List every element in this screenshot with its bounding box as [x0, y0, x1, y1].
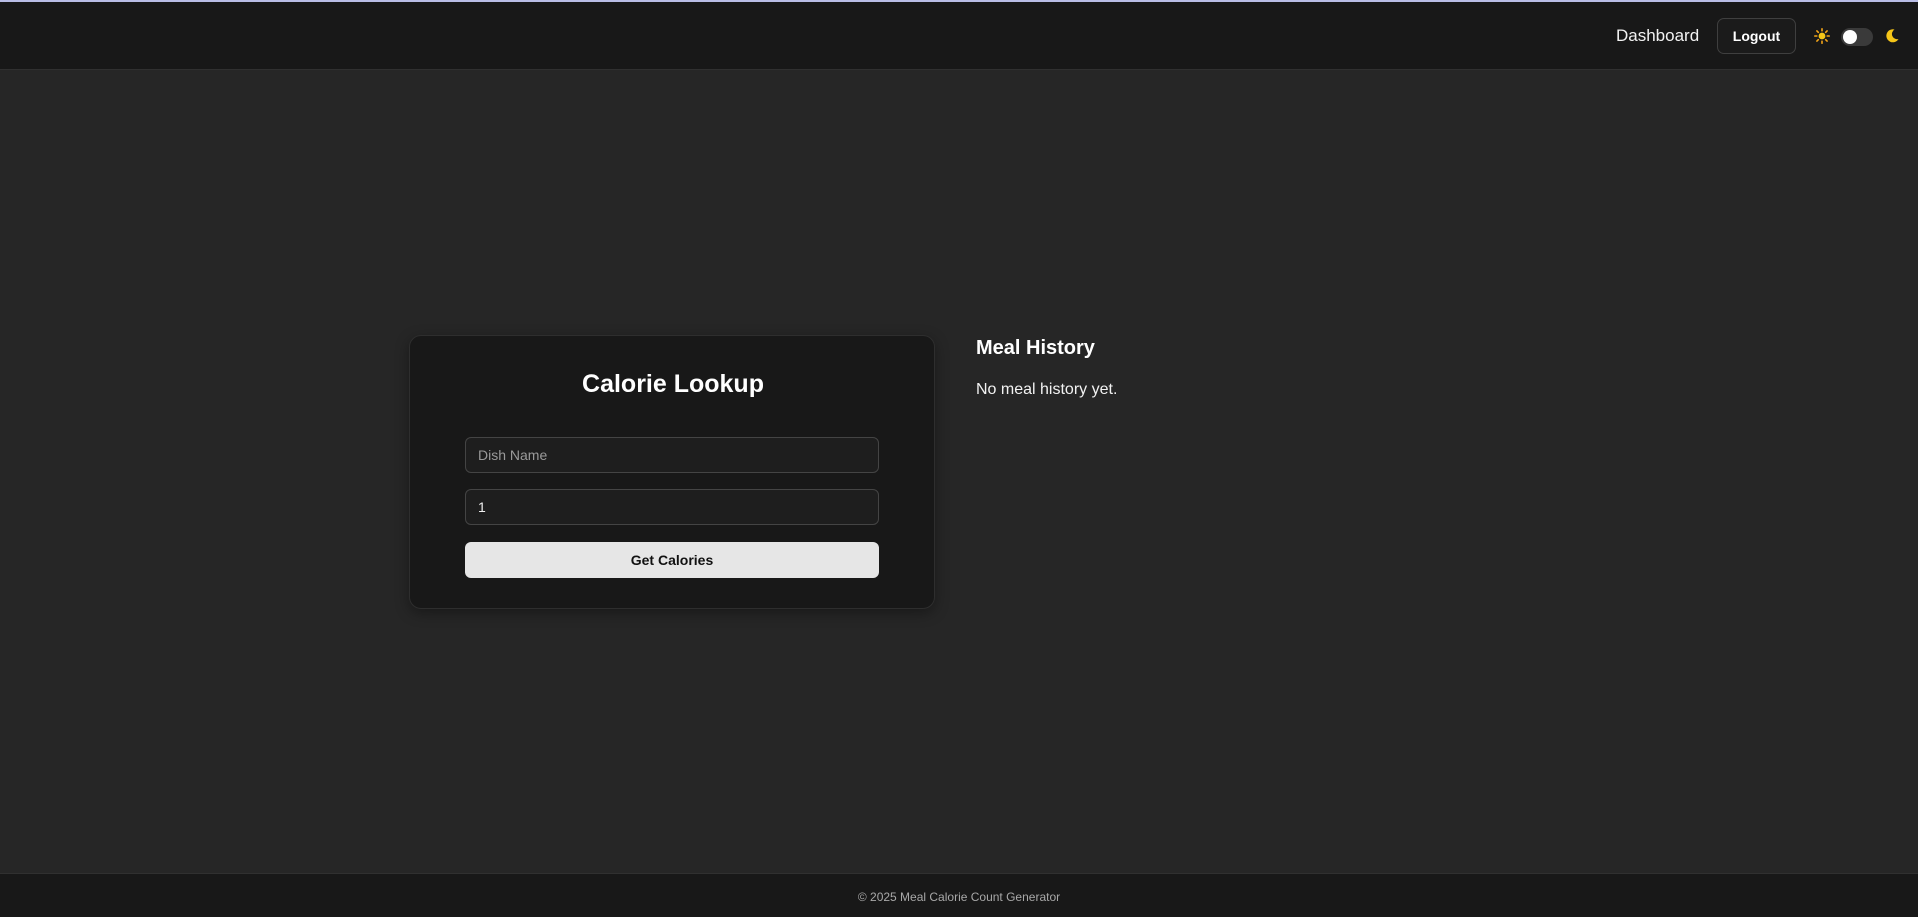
meal-history-title: Meal History	[976, 337, 1095, 359]
dashboard-link[interactable]: Dashboard	[1616, 26, 1699, 46]
navbar: Dashboard Logout	[0, 2, 1918, 70]
dish-name-input[interactable]	[465, 437, 879, 473]
calorie-lookup-card: Calorie Lookup Get Calories	[409, 335, 935, 609]
logout-button[interactable]: Logout	[1717, 18, 1796, 54]
moon-icon	[1884, 28, 1900, 44]
sun-icon	[1814, 28, 1830, 44]
theme-toggle[interactable]	[1841, 28, 1873, 46]
toggle-knob	[1843, 30, 1857, 44]
footer-copyright: © 2025 Meal Calorie Count Generator	[857, 890, 1061, 904]
meal-history-empty-text: No meal history yet.	[976, 381, 1118, 398]
get-calories-button[interactable]: Get Calories	[465, 542, 879, 578]
footer: © 2025 Meal Calorie Count Generator	[0, 873, 1918, 917]
card-title: Calorie Lookup	[582, 370, 764, 398]
servings-input[interactable]	[465, 489, 879, 525]
